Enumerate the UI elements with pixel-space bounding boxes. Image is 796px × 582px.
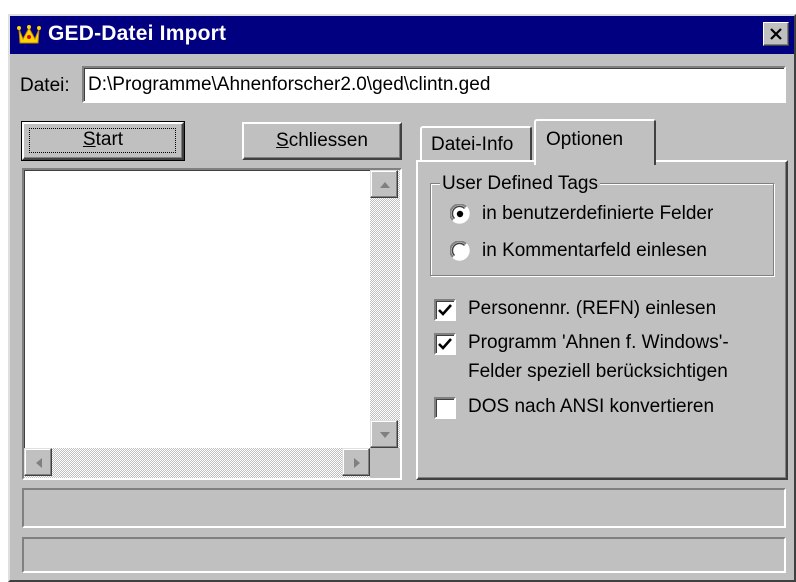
- log-listbox[interactable]: [22, 168, 402, 480]
- arrow-left-icon: [36, 458, 42, 468]
- scroll-corner: [370, 448, 400, 478]
- check-icon: [438, 304, 452, 316]
- radio-user-fields-label: in benutzerdefinierte Felder: [482, 203, 714, 224]
- start-mnemonic: S: [82, 129, 96, 150]
- close-button-label: Schliessen: [244, 130, 400, 152]
- file-path-field[interactable]: D:\Programme\Ahnenforscher2.0\ged\clintn…: [82, 66, 786, 103]
- title-bar: GED-Datei Import: [10, 16, 794, 54]
- radio-comment-field[interactable]: [450, 241, 470, 261]
- scroll-right-button[interactable]: [342, 448, 370, 476]
- scroll-left-button[interactable]: [24, 448, 52, 476]
- checkbox-dos-ansi-label: DOS nach ANSI konvertieren: [468, 396, 715, 417]
- status-bar-2: [22, 537, 786, 573]
- checkbox-ahnen-windows-label-line2: Felder speziell berücksichtigen: [468, 361, 728, 382]
- tab-datei-info[interactable]: Datei-Info: [420, 126, 532, 162]
- crown-icon: [16, 22, 42, 48]
- window-title: GED-Datei Import: [48, 22, 227, 45]
- arrow-right-icon: [354, 458, 360, 468]
- checkbox-ahnen-windows[interactable]: [434, 333, 456, 355]
- group-title: User Defined Tags: [440, 173, 600, 195]
- start-button-label: Start: [24, 129, 182, 151]
- checkbox-dos-ansi[interactable]: [434, 397, 456, 419]
- tab-optionen[interactable]: Optionen: [534, 119, 656, 165]
- arrow-down-icon: [380, 432, 390, 438]
- radio-user-fields[interactable]: [450, 204, 470, 224]
- status-bar-1: [22, 488, 786, 528]
- check-icon: [438, 338, 452, 350]
- scroll-down-button[interactable]: [370, 420, 398, 448]
- user-defined-tags-group: [430, 183, 774, 276]
- scroll-up-button[interactable]: [370, 170, 398, 198]
- close-icon[interactable]: [763, 22, 789, 46]
- close-mnemonic: S: [276, 130, 289, 151]
- close-button[interactable]: Schliessen: [242, 122, 402, 160]
- checkbox-ahnen-windows-label-line1: Programm 'Ahnen f. Windows'-: [468, 332, 729, 353]
- close-rest: chliessen: [288, 130, 368, 151]
- horizontal-scrollbar[interactable]: [24, 448, 370, 478]
- start-button[interactable]: Start: [21, 121, 185, 161]
- checkbox-refn-label: Personennr. (REFN) einlesen: [468, 298, 717, 319]
- checkbox-refn[interactable]: [434, 299, 456, 321]
- arrow-up-icon: [380, 182, 390, 188]
- vertical-scrollbar[interactable]: [370, 170, 400, 448]
- file-label: Datei:: [20, 75, 70, 96]
- radio-comment-field-label: in Kommentarfeld einlesen: [482, 240, 707, 261]
- start-rest: tart: [95, 129, 124, 150]
